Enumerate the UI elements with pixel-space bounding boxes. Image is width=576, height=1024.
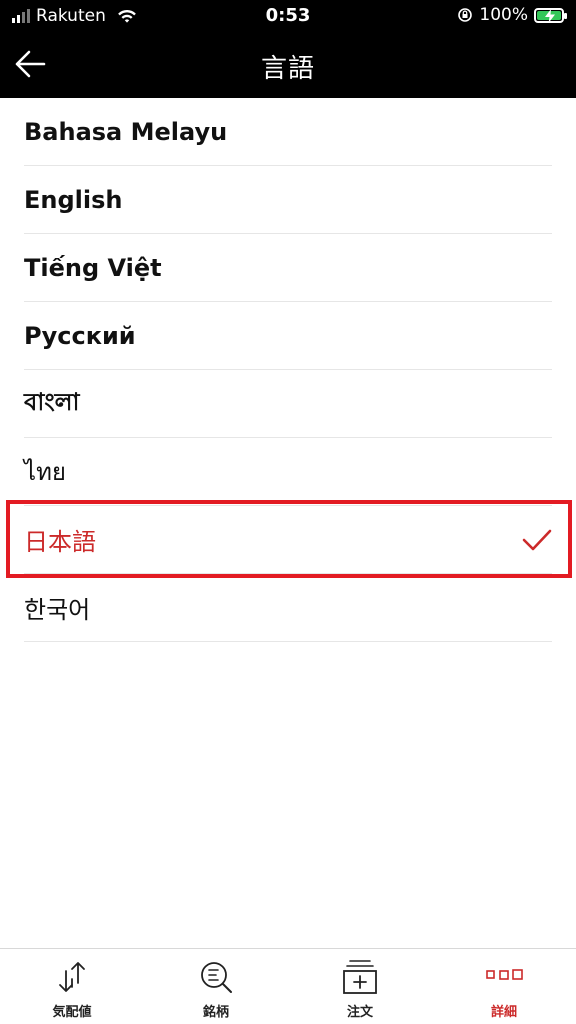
language-item-malay[interactable]: Bahasa Melayu [24, 98, 552, 166]
language-label: Bahasa Melayu [24, 117, 228, 146]
language-item-thai[interactable]: ไทย [24, 438, 552, 506]
status-right: 100% [457, 5, 567, 25]
checkmark-icon [522, 529, 552, 551]
language-label: Tiếng Việt [24, 253, 162, 282]
battery-icon [534, 7, 567, 23]
search-list-icon [201, 962, 232, 993]
language-item-english[interactable]: English [24, 166, 552, 234]
order-add-icon [343, 960, 377, 994]
language-label: ไทย [24, 458, 66, 486]
top-area: Rakuten 0:53 100% 言語 [0, 0, 576, 98]
tab-label: 詳細 [490, 1005, 517, 1020]
tab-label: 注文 [346, 1005, 373, 1020]
page-title: 言語 [260, 54, 315, 84]
language-list: Bahasa Melayu English Tiếng Việt Русский… [0, 98, 576, 642]
more-dots-icon [486, 969, 523, 980]
language-label: বাংলা [24, 387, 80, 416]
app-root: Rakuten 0:53 100% 言語 Bahasa Melayu Engli… [0, 0, 576, 1024]
tab-quotes[interactable]: 気配値 [0, 949, 144, 1024]
header: 言語 [0, 32, 576, 98]
bottom-tab-bar: 気配値 銘柄 注文 詳細 [0, 948, 576, 1024]
language-item-russian[interactable]: Русский [24, 302, 552, 370]
tab-label: 気配値 [52, 1005, 92, 1020]
language-label: English [24, 185, 123, 214]
language-label: 日本語 [24, 528, 96, 556]
status-bar: Rakuten 0:53 100% [0, 0, 576, 32]
quote-arrows-icon [59, 962, 85, 992]
tab-details[interactable]: 詳細 [432, 949, 576, 1024]
battery-percent: 100% [479, 5, 528, 25]
orientation-lock-icon [458, 8, 473, 22]
language-label: 한국어 [24, 596, 91, 624]
tab-stocks[interactable]: 銘柄 [144, 949, 288, 1024]
language-item-vietnamese[interactable]: Tiếng Việt [24, 234, 552, 302]
language-item-bengali[interactable]: বাংলা [24, 370, 552, 438]
language-item-japanese[interactable]: 日本語 [24, 506, 552, 574]
charging-bolt-icon [545, 8, 555, 23]
language-item-korean[interactable]: 한국어 [24, 574, 552, 642]
language-label: Русский [24, 321, 136, 350]
tab-label: 銘柄 [202, 1005, 229, 1020]
tab-order[interactable]: 注文 [288, 949, 432, 1024]
